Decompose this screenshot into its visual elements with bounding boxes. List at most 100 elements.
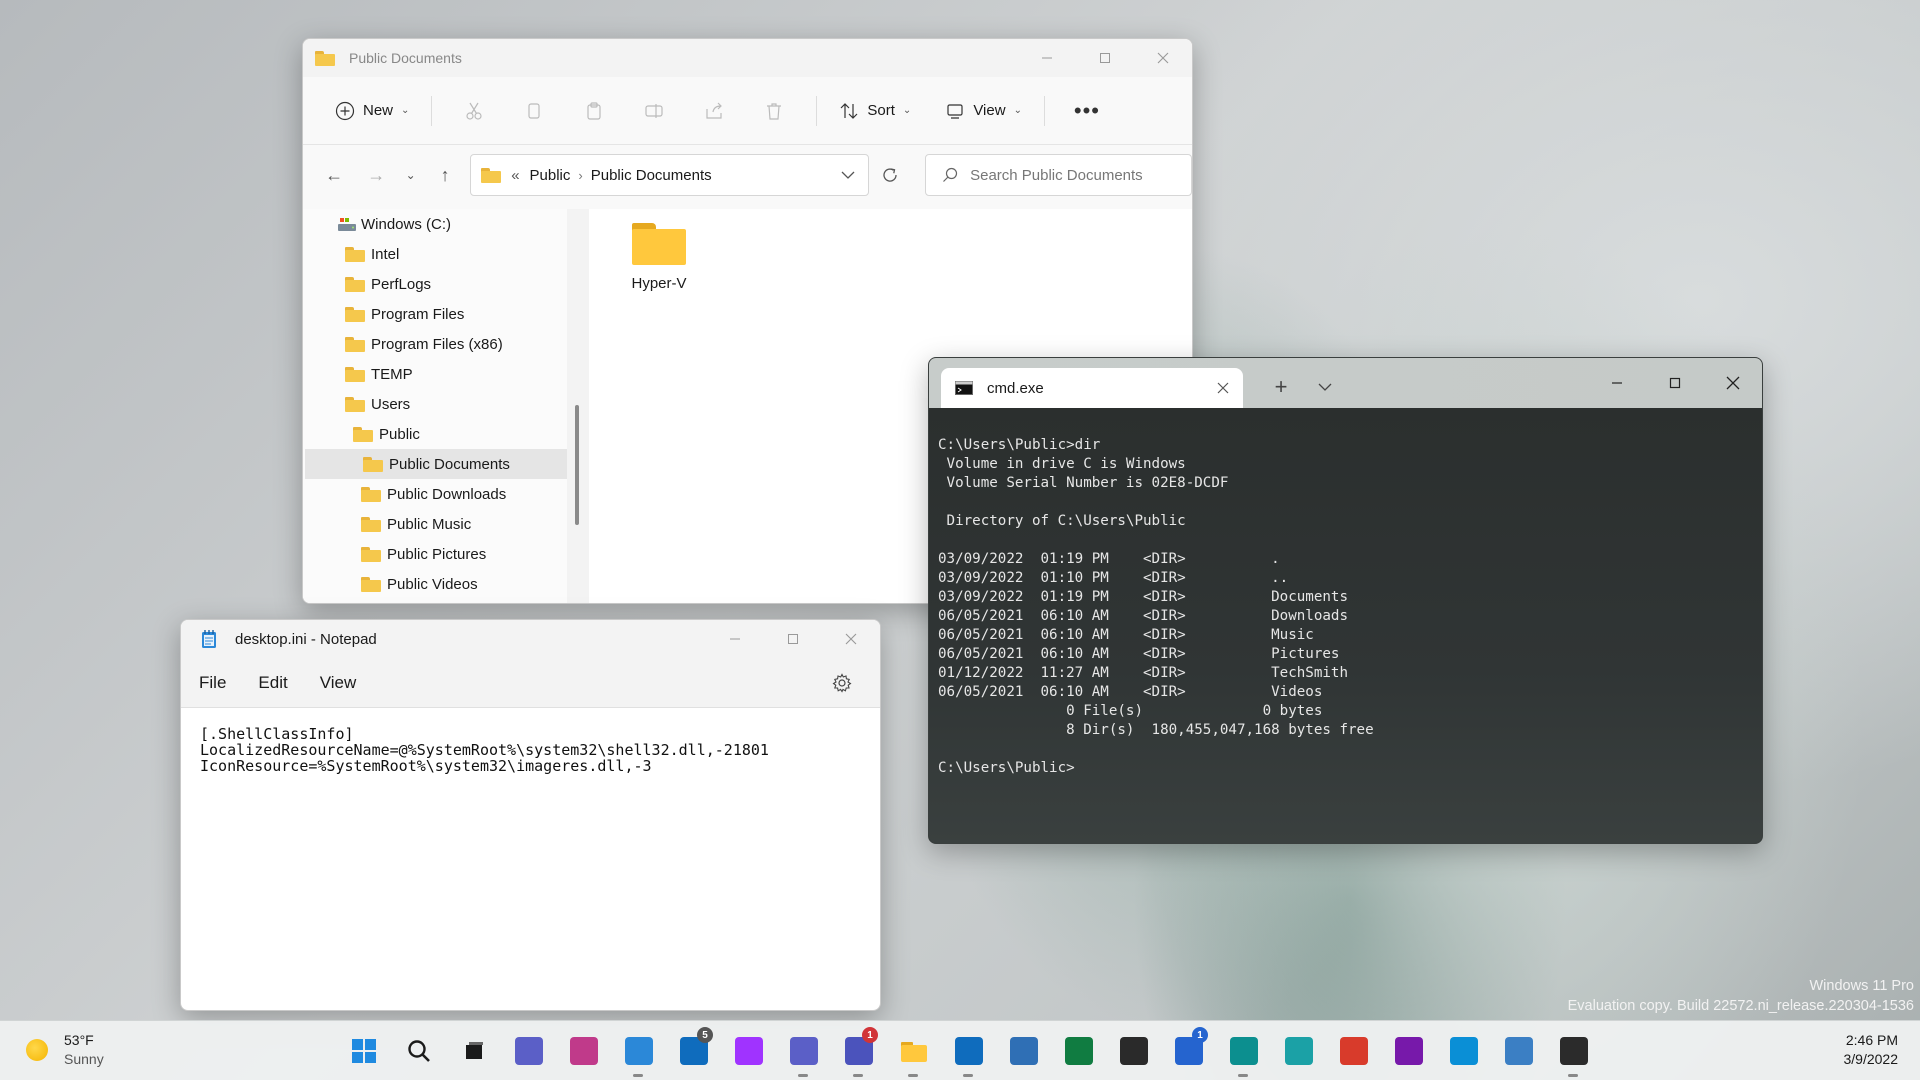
folder-icon <box>345 276 365 292</box>
taskbar-app-onenote[interactable] <box>1381 1031 1436 1071</box>
menu-file[interactable]: File <box>199 673 226 693</box>
taskbar-app-outlook[interactable] <box>941 1031 996 1077</box>
up-button[interactable]: ↑ <box>424 157 466 193</box>
close-button[interactable] <box>1134 39 1192 77</box>
tree-item[interactable]: Public Documents <box>305 449 567 479</box>
cut-button[interactable] <box>444 91 504 131</box>
taskbar-app-notepad[interactable] <box>611 1031 666 1077</box>
maximize-button[interactable] <box>764 620 822 658</box>
rename-button[interactable] <box>624 91 684 131</box>
weather-condition: Sunny <box>64 1051 104 1067</box>
taskbar-app-network[interactable] <box>1491 1031 1546 1071</box>
taskbar-app-edge-canary[interactable] <box>1326 1031 1381 1071</box>
tree-item[interactable]: TEMP <box>303 359 567 389</box>
taskbar-app-messenger[interactable] <box>721 1031 776 1071</box>
taskbar-app-todo[interactable]: 1 <box>1161 1027 1216 1071</box>
tab-dropdown-button[interactable] <box>1305 372 1345 402</box>
tree-item-label: Program Files (x86) <box>371 335 503 353</box>
menu-edit[interactable]: Edit <box>258 673 287 693</box>
settings-button[interactable] <box>832 673 864 713</box>
terminal-output[interactable]: C:\Users\Public>dir Volume in drive C is… <box>929 408 1762 843</box>
notepad-text-area[interactable]: [.ShellClassInfo] LocalizedResourceName=… <box>181 708 880 792</box>
tree-item[interactable]: Program Files <box>303 299 567 329</box>
minimize-button[interactable] <box>706 620 764 658</box>
minimize-button[interactable] <box>1018 39 1076 77</box>
taskbar-app-teams[interactable] <box>776 1031 831 1077</box>
refresh-button[interactable] <box>869 157 911 193</box>
taskbar-app-terminal[interactable] <box>1546 1031 1601 1077</box>
breadcrumb-public[interactable]: Public <box>530 167 571 184</box>
taskbar-app-start[interactable] <box>336 1031 391 1071</box>
notepad-title: desktop.ini - Notepad <box>235 630 377 648</box>
tree-item-label: Intel <box>371 245 400 263</box>
taskbar-app-app-badge[interactable]: 5 <box>666 1027 721 1071</box>
terminal-tab-bar[interactable]: cmd.exe + <box>929 358 1762 408</box>
breadcrumb-public-documents[interactable]: Public Documents <box>591 167 712 184</box>
address-bar[interactable]: « Public › Public Documents <box>470 154 869 196</box>
tree-item[interactable]: PerfLogs <box>303 269 567 299</box>
more-options-button[interactable]: ••• <box>1057 91 1117 131</box>
close-button[interactable] <box>1704 358 1762 408</box>
taskbar-app-task-view[interactable] <box>446 1031 501 1071</box>
tree-item-label: PerfLogs <box>371 275 432 293</box>
delete-button[interactable] <box>744 91 804 131</box>
taskbar-app-excel[interactable] <box>1051 1031 1106 1071</box>
weather-widget[interactable]: 53°F Sunny <box>26 1031 104 1069</box>
new-button[interactable]: New ⌄ <box>325 91 419 131</box>
tree-item[interactable]: Public <box>303 419 567 449</box>
new-tab-button[interactable]: + <box>1261 372 1301 402</box>
navigation-scrollbar[interactable] <box>567 209 589 603</box>
tree-item-label: Public Downloads <box>387 485 507 503</box>
maximize-button[interactable] <box>1076 39 1134 77</box>
notepad-titlebar[interactable]: desktop.ini - Notepad <box>181 620 880 658</box>
navigation-pane[interactable]: Windows (C:) Intel PerfLogs Program Files Pr… <box>303 209 567 603</box>
back-button[interactable]: ← <box>313 157 355 193</box>
recent-locations-button[interactable]: ⌄ <box>397 157 424 193</box>
taskbar-app-teams-work[interactable]: 1 <box>831 1027 886 1077</box>
breadcrumb-overflow[interactable]: « <box>511 167 519 184</box>
address-dropdown-button[interactable] <box>828 170 868 180</box>
tree-item[interactable]: Public Videos <box>303 569 567 599</box>
tree-item[interactable]: Public Music <box>303 509 567 539</box>
explorer-titlebar[interactable]: Public Documents <box>303 39 1192 77</box>
chevron-down-icon: ⌄ <box>902 105 912 116</box>
maximize-button[interactable] <box>1646 358 1704 408</box>
menu-bar: File Edit View <box>181 658 880 708</box>
taskbar-app-chat[interactable] <box>501 1031 556 1071</box>
file-explorer-icon <box>900 1037 928 1065</box>
menu-view[interactable]: View <box>320 673 357 693</box>
tab-cmd[interactable]: cmd.exe <box>941 368 1243 408</box>
taskbar-app-edge-profile[interactable] <box>1216 1031 1271 1077</box>
taskbar-app-file-explorer[interactable] <box>886 1031 941 1077</box>
tree-item[interactable]: Users <box>303 389 567 419</box>
notification-badge: 5 <box>697 1027 713 1043</box>
taskbar-app-remote-desktop[interactable] <box>996 1031 1051 1071</box>
tree-item[interactable]: Intel <box>303 239 567 269</box>
forward-button[interactable]: → <box>355 157 397 193</box>
tree-item[interactable]: Program Files (x86) <box>303 329 567 359</box>
system-clock[interactable]: 2:46 PM 3/9/2022 <box>1844 1031 1899 1069</box>
taskbar-app-snipping-tool[interactable] <box>556 1031 611 1071</box>
close-button[interactable] <box>822 620 880 658</box>
minimize-button[interactable] <box>1588 358 1646 408</box>
notepad-window[interactable]: desktop.ini - Notepad File Edit View [.S… <box>180 619 881 1011</box>
paste-button[interactable] <box>564 91 624 131</box>
search-input[interactable]: Search Public Documents <box>925 154 1192 196</box>
terminal-window[interactable]: cmd.exe + C:\Users\Public>dir Volume in … <box>928 357 1763 844</box>
taskbar-app-search[interactable] <box>391 1031 446 1071</box>
tree-item[interactable]: Public Pictures <box>303 539 567 569</box>
copy-button[interactable] <box>504 91 564 131</box>
taskbar-app-edge[interactable] <box>1271 1031 1326 1071</box>
share-button[interactable] <box>684 91 744 131</box>
folder-item-hyper-v[interactable]: Hyper-V <box>627 223 691 292</box>
sort-button[interactable]: Sort ⌄ <box>829 91 921 131</box>
scrollbar-thumb[interactable] <box>575 405 579 525</box>
view-button[interactable]: View ⌄ <box>935 91 1032 131</box>
chevron-right-icon: › <box>578 167 583 183</box>
taskbar-app-azure[interactable] <box>1436 1031 1491 1071</box>
taskbar-app-sticky-notes[interactable] <box>1106 1031 1161 1071</box>
tree-item-label: Public Music <box>387 515 472 533</box>
tree-item[interactable]: Public Downloads <box>303 479 567 509</box>
close-tab-button[interactable] <box>1203 382 1243 394</box>
tree-item[interactable]: Windows (C:) <box>303 209 567 239</box>
